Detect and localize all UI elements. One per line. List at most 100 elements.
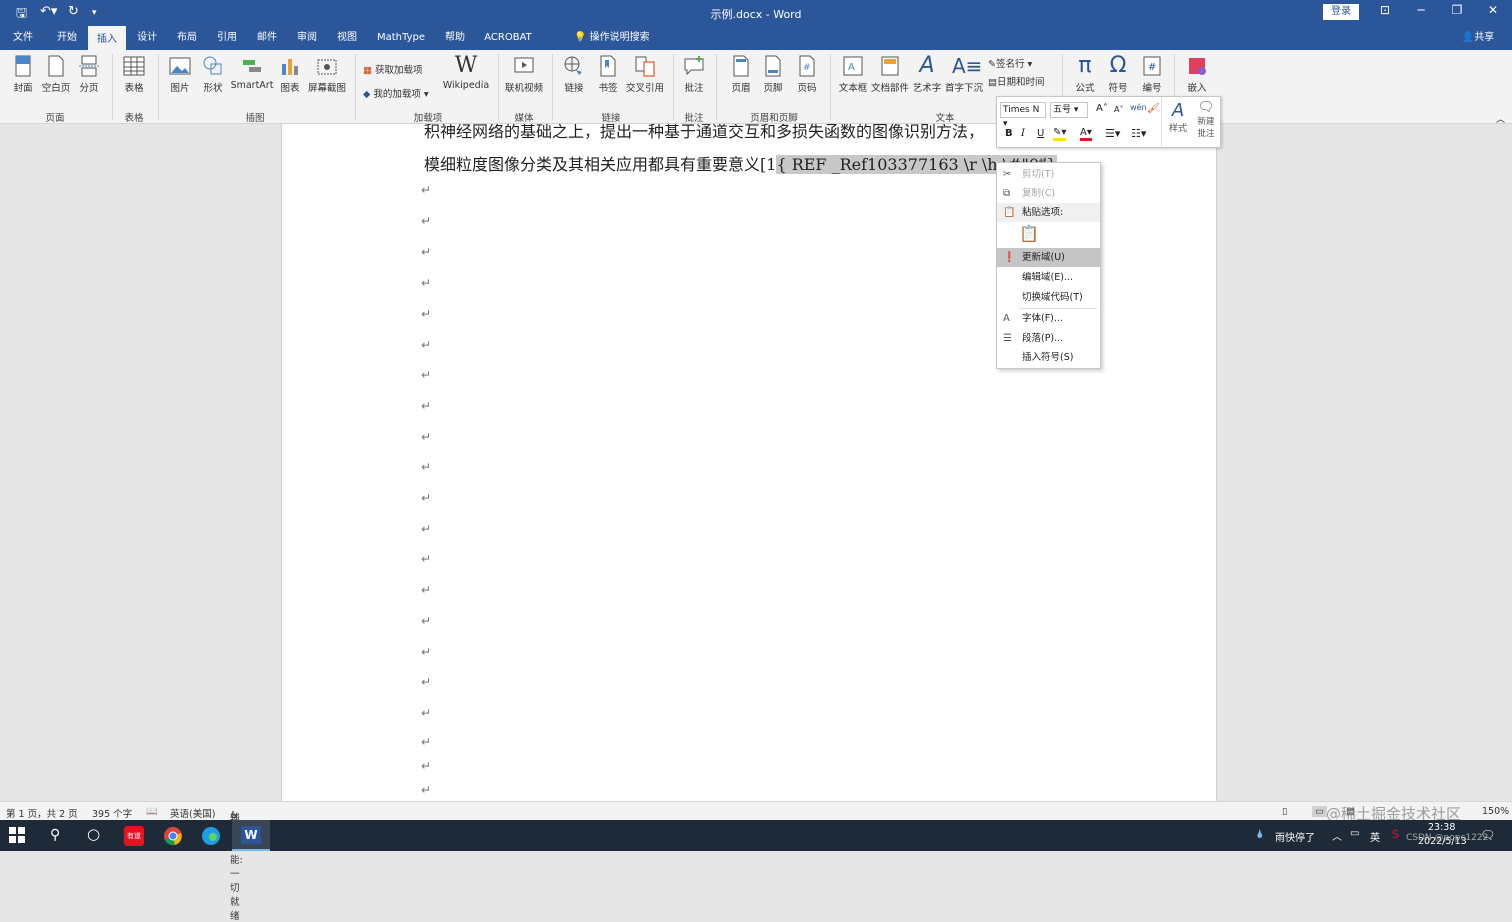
word-taskbar-button[interactable]: W	[232, 820, 270, 851]
menu-item-insert-symbol[interactable]: 插入符号(S)	[997, 348, 1100, 367]
pictures-button[interactable]: 图片	[166, 54, 194, 94]
drop-cap-button[interactable]: A≡ 首字下沉	[944, 54, 984, 94]
grow-font-icon[interactable]: A˄	[1096, 103, 1108, 114]
wikipedia-button[interactable]: W Wikipedia	[440, 54, 492, 92]
my-addins-button[interactable]: ◆ 我的加载项 ▾	[363, 86, 429, 100]
menu-item-copy[interactable]: ⧉ 复制(C)	[997, 184, 1100, 203]
youdao-dict-icon[interactable]: 有道	[124, 826, 144, 846]
smartart-button[interactable]: SmartArt	[230, 54, 274, 91]
font-size-box[interactable]: 五号 ▾	[1050, 102, 1088, 118]
restore-button[interactable]: ❐	[1442, 3, 1472, 17]
language[interactable]: 英语(美国)	[170, 806, 215, 820]
footer-button[interactable]: 页脚	[758, 54, 788, 94]
weather-text[interactable]: 雨快停了	[1275, 829, 1315, 844]
embed-button[interactable]: 嵌入	[1180, 54, 1214, 94]
windows-start-icon[interactable]	[9, 827, 25, 843]
menu-item-paragraph[interactable]: ☰ 段落(P)...	[997, 329, 1100, 348]
menu-item-edit-field[interactable]: 编辑域(E)...	[997, 268, 1100, 287]
date-time-button[interactable]: ▤日期和时间	[988, 74, 1045, 88]
numbering-icon[interactable]: ☷▾	[1131, 127, 1146, 140]
proofing-icon[interactable]: 📖	[146, 806, 158, 817]
highlight-icon[interactable]: ✎▾	[1053, 127, 1067, 141]
online-video-button[interactable]: 联机视频	[503, 54, 545, 94]
notification-icon[interactable]: 🗨	[1480, 828, 1495, 842]
equation-button[interactable]: π 公式	[1068, 54, 1102, 95]
sogou-icon[interactable]: S	[1392, 828, 1399, 841]
tab-view[interactable]: 视图	[330, 26, 364, 50]
doc-line-2-text[interactable]: 模细粒度图像分类及其相关应用都具有重要意义[1	[424, 155, 776, 174]
tab-mailings[interactable]: 邮件	[250, 26, 284, 50]
screenshot-button[interactable]: 屏幕截图	[306, 54, 348, 94]
comment-button[interactable]: 批注	[680, 54, 708, 94]
tray-chevron-icon[interactable]: ︿	[1332, 828, 1342, 843]
number-button[interactable]: # 编号	[1136, 54, 1168, 94]
get-addins-button[interactable]: ▦ 获取加载项	[363, 62, 423, 76]
read-mode-icon[interactable]: ▯	[1282, 806, 1287, 817]
tab-references[interactable]: 引用	[210, 26, 244, 50]
tell-me-search[interactable]: 💡 操作说明搜索	[574, 26, 664, 50]
edge-icon[interactable]	[201, 826, 221, 846]
link-button[interactable]: 链接	[560, 54, 588, 94]
wordart-button[interactable]: A 艺术字	[910, 54, 944, 95]
signature-line-button[interactable]: ✎签名行 ▾	[988, 56, 1032, 70]
word-count[interactable]: 395 个字	[92, 806, 132, 820]
paste-keep-text-icon[interactable]: 📋	[1019, 224, 1039, 243]
text-box-button[interactable]: A 文本框	[836, 54, 870, 94]
cross-reference-button[interactable]: 交叉引用	[624, 54, 666, 94]
close-button[interactable]: ✕	[1478, 3, 1508, 17]
bullets-icon[interactable]: ☰▾	[1105, 127, 1120, 140]
task-view-icon[interactable]: ○	[87, 825, 109, 847]
doc-line-2[interactable]: 模细粒度图像分类及其相关应用都具有重要意义[1{ REF _Ref1033771…	[424, 151, 1057, 175]
bookmark-button[interactable]: 书签	[594, 54, 622, 94]
tab-insert[interactable]: 插入	[88, 26, 126, 50]
tab-file[interactable]: 文件	[6, 26, 40, 50]
ime-indicator[interactable]: 英	[1370, 829, 1380, 844]
ribbon-display-icon[interactable]: ⊡	[1370, 3, 1400, 17]
tab-review[interactable]: 审阅	[290, 26, 324, 50]
tab-design[interactable]: 设计	[130, 26, 164, 50]
menu-item-update-field[interactable]: ❗ 更新域(U)	[997, 248, 1100, 267]
zoom-level[interactable]: 150%	[1482, 806, 1509, 817]
font-color-icon[interactable]: A▾	[1080, 127, 1092, 141]
font-name-box[interactable]: Times N ▾	[1000, 102, 1046, 129]
underline-button[interactable]: U	[1037, 128, 1044, 139]
page-break-button[interactable]: 分页	[74, 54, 104, 94]
quick-parts-button[interactable]: 文档部件	[870, 54, 910, 94]
chart-button[interactable]: 图表	[276, 54, 304, 94]
collapse-ribbon-icon[interactable]: ︿	[1496, 112, 1505, 125]
shrink-font-icon[interactable]: A˅	[1114, 105, 1123, 114]
phonetic-guide-icon[interactable]: wén	[1130, 103, 1147, 112]
table-button[interactable]: 表格	[120, 54, 148, 94]
clock-time[interactable]: 23:38	[1428, 822, 1455, 833]
page-count[interactable]: 第 1 页，共 2 页	[6, 806, 78, 820]
styles-button[interactable]: A 样式	[1165, 100, 1191, 134]
blank-page-button[interactable]: 空白页	[40, 54, 72, 94]
menu-item-cut[interactable]: ✂ 剪切(T)	[997, 165, 1100, 184]
cover-page-button[interactable]: 封面	[8, 54, 38, 94]
header-button[interactable]: 页眉	[726, 54, 756, 94]
tab-help[interactable]: 帮助	[438, 26, 472, 50]
chrome-icon[interactable]	[163, 826, 183, 846]
share-button[interactable]: 👤共享	[1456, 26, 1500, 50]
weather-icon[interactable]: 🌢	[1256, 827, 1264, 842]
shapes-button[interactable]: 形状	[198, 54, 228, 94]
group-tables: 表格	[124, 113, 144, 124]
italic-button[interactable]: I	[1021, 128, 1025, 139]
symbol-button[interactable]: Ω 符号	[1102, 54, 1134, 95]
menu-item-font[interactable]: A 字体(F)...	[997, 309, 1100, 328]
bold-button[interactable]: B	[1005, 128, 1013, 139]
format-painter-icon[interactable]: 🖌	[1147, 103, 1160, 114]
tab-mathtype[interactable]: MathType	[374, 26, 428, 50]
tab-home[interactable]: 开始	[50, 26, 84, 50]
search-icon[interactable]: ⚲	[50, 827, 72, 849]
tab-acrobat[interactable]: ACROBAT	[480, 26, 536, 50]
minimize-button[interactable]: ─	[1406, 3, 1436, 17]
page-number-button[interactable]: # 页码	[792, 54, 822, 94]
menu-item-toggle-field-codes[interactable]: 切换域代码(T)	[997, 288, 1100, 307]
login-button[interactable]: 登录	[1323, 4, 1359, 20]
page-number-label: 页码	[797, 83, 817, 94]
tab-layout[interactable]: 布局	[170, 26, 204, 50]
new-comment-button[interactable]: 🗨 新建 批注	[1194, 100, 1218, 139]
print-layout-icon[interactable]: ▭	[1312, 806, 1327, 817]
network-icon[interactable]: ▭	[1350, 828, 1359, 839]
